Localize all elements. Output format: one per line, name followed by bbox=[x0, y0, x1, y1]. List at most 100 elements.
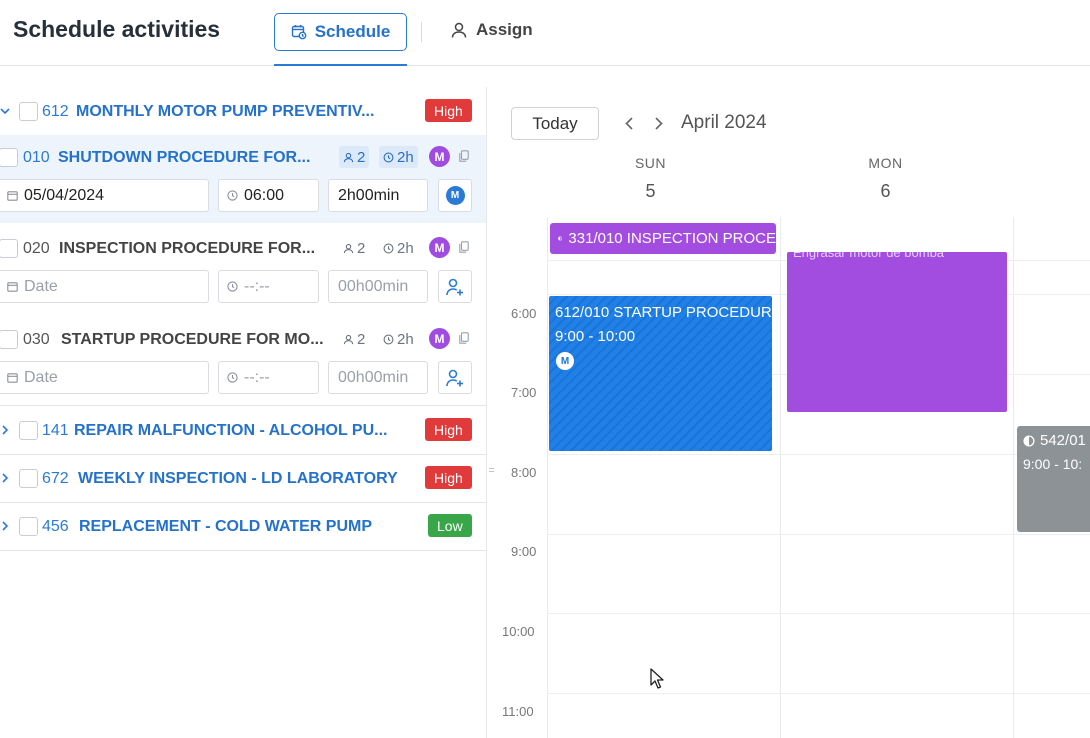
people-count-chip: 2 bbox=[339, 146, 370, 168]
activity-checkbox[interactable] bbox=[19, 469, 38, 488]
subtask-row-030[interactable]: 030 STARTUP PROCEDURE FOR MO... 2 2h M D… bbox=[0, 316, 486, 406]
duration-field[interactable]: 00h00min bbox=[328, 361, 428, 394]
user-icon bbox=[451, 22, 467, 38]
activity-list: 612 MONTHLY MOTOR PUMP PREVENTIV... High… bbox=[0, 87, 486, 738]
time-field[interactable]: 06:00 bbox=[218, 179, 319, 212]
activity-row-456[interactable]: 456 REPLACEMENT - COLD WATER PUMP Low bbox=[0, 503, 486, 551]
tab-assign-label: Assign bbox=[476, 20, 533, 39]
activity-title: MONTHLY MOTOR PUMP PREVENTIV... bbox=[76, 103, 375, 120]
duration-field[interactable]: 00h00min bbox=[328, 270, 428, 303]
chevron-left-icon[interactable] bbox=[619, 111, 639, 135]
time-field[interactable]: --:-- bbox=[218, 270, 319, 303]
subtask-number: 010 bbox=[23, 149, 50, 166]
subtask-checkbox[interactable] bbox=[0, 148, 18, 167]
activity-row-672[interactable]: 672 WEEKLY INSPECTION - LD LABORATORY Hi… bbox=[0, 455, 486, 503]
add-user-icon bbox=[446, 278, 463, 295]
user-icon bbox=[343, 334, 354, 344]
activity-checkbox[interactable] bbox=[19, 421, 38, 440]
event-time: 9:00 - 10:00 bbox=[555, 328, 636, 345]
assign-user-button[interactable] bbox=[438, 270, 472, 303]
avatar: M bbox=[429, 146, 450, 167]
subtask-title: INSPECTION PROCEDURE FOR... bbox=[59, 240, 316, 257]
panel-splitter[interactable] bbox=[486, 87, 487, 738]
page-header: Schedule activities Schedule Assign bbox=[0, 0, 1090, 66]
mouse-cursor-icon bbox=[650, 668, 664, 689]
event-time: 9:00 - 10: bbox=[1023, 456, 1083, 472]
tab-assign[interactable]: Assign bbox=[450, 20, 533, 40]
activity-checkbox[interactable] bbox=[19, 517, 38, 536]
day-number: 6 bbox=[880, 181, 891, 201]
chevron-right-icon[interactable] bbox=[0, 423, 12, 437]
calendar-icon bbox=[7, 281, 18, 292]
hour-label: 7:00 bbox=[511, 385, 537, 400]
duration-chip: 2h bbox=[379, 146, 418, 168]
day-header-sun[interactable]: SUN 5 bbox=[534, 155, 767, 202]
calendar-icon bbox=[7, 372, 18, 383]
clock-icon bbox=[227, 372, 238, 383]
tab-schedule[interactable]: Schedule bbox=[274, 13, 407, 51]
day-number: 5 bbox=[645, 181, 656, 201]
clock-icon bbox=[383, 334, 394, 344]
chevron-right-icon[interactable] bbox=[0, 471, 12, 485]
calendar-event-sun[interactable]: 612/010 STARTUP PROCEDURE 9:00 - 10:00 M bbox=[549, 296, 772, 451]
subtask-checkbox[interactable] bbox=[0, 239, 18, 258]
assign-user-button[interactable] bbox=[438, 361, 472, 394]
grid-line bbox=[780, 217, 781, 738]
page-title: Schedule activities bbox=[13, 16, 221, 42]
activity-number: 612 bbox=[42, 103, 69, 120]
date-field[interactable]: 05/04/2024 bbox=[0, 179, 209, 212]
calendar-event-mon[interactable]: Engrasar motor de bomba bbox=[787, 252, 1007, 412]
date-field[interactable]: Date bbox=[0, 361, 209, 394]
day-name: MON bbox=[868, 155, 903, 171]
active-tab-indicator bbox=[274, 64, 407, 66]
priority-badge: Low bbox=[428, 514, 472, 537]
chevron-right-icon[interactable] bbox=[649, 111, 669, 135]
people-count-chip: 2 bbox=[339, 237, 369, 259]
hour-line bbox=[547, 693, 1090, 694]
assignee-button[interactable]: M bbox=[438, 179, 472, 212]
user-icon bbox=[343, 243, 354, 253]
calendar-event-allday[interactable]: 331/010 INSPECTION PROCE bbox=[550, 223, 776, 254]
assignee-avatar: M bbox=[445, 186, 465, 205]
activity-title: WEEKLY INSPECTION - LD LABORATORY bbox=[78, 470, 398, 487]
activity-row-141[interactable]: 141 REPAIR MALFUNCTION - ALCOHOL PU... H… bbox=[0, 407, 486, 455]
duration-chip: 2h bbox=[379, 328, 418, 350]
hour-label: 9:00 bbox=[511, 544, 537, 559]
activity-number: 672 bbox=[42, 470, 69, 487]
hour-label: 11:00 bbox=[502, 704, 534, 719]
calendar-event-tue[interactable]: 542/01 9:00 - 10: bbox=[1017, 426, 1090, 532]
subtask-row-020[interactable]: 020 INSPECTION PROCEDURE FOR... 2 2h M D… bbox=[0, 225, 486, 313]
tab-divider bbox=[421, 22, 422, 42]
time-field[interactable]: --:-- bbox=[218, 361, 319, 394]
subtask-title: SHUTDOWN PROCEDURE FOR... bbox=[58, 149, 311, 166]
duration-field[interactable]: 2h00min bbox=[328, 179, 428, 212]
chevron-right-icon[interactable] bbox=[0, 519, 12, 533]
copy-icon[interactable] bbox=[459, 332, 469, 344]
subtask-title: STARTUP PROCEDURE FOR MO... bbox=[61, 331, 324, 348]
today-button[interactable]: Today bbox=[511, 107, 599, 140]
grid-line bbox=[547, 217, 548, 738]
hour-line bbox=[547, 534, 1090, 535]
subtask-checkbox[interactable] bbox=[0, 330, 18, 349]
priority-badge: High bbox=[425, 466, 472, 489]
drag-handle-icon[interactable] bbox=[489, 467, 494, 481]
activity-row-612[interactable]: 612 MONTHLY MOTOR PUMP PREVENTIV... High bbox=[0, 87, 486, 135]
hour-line bbox=[547, 613, 1090, 614]
date-field[interactable]: Date bbox=[0, 270, 209, 303]
day-header-mon[interactable]: MON 6 bbox=[769, 155, 1002, 202]
month-label: April 2024 bbox=[681, 112, 767, 133]
event-title: 542/01 bbox=[1040, 432, 1086, 449]
people-count-chip: 2 bbox=[339, 328, 369, 350]
tab-schedule-label: Schedule bbox=[314, 22, 391, 41]
copy-icon[interactable] bbox=[459, 150, 469, 162]
clock-icon bbox=[383, 243, 394, 253]
avatar: M bbox=[429, 328, 450, 349]
activity-checkbox[interactable] bbox=[19, 102, 38, 121]
chevron-down-icon[interactable] bbox=[0, 104, 12, 118]
subtask-number: 020 bbox=[23, 240, 50, 257]
avatar: M bbox=[429, 237, 450, 258]
activity-title: REPLACEMENT - COLD WATER PUMP bbox=[79, 518, 373, 535]
activity-title: REPAIR MALFUNCTION - ALCOHOL PU... bbox=[74, 422, 388, 439]
copy-icon[interactable] bbox=[459, 241, 469, 253]
subtask-row-010[interactable]: 010 SHUTDOWN PROCEDURE FOR... 2 2h M 05/… bbox=[0, 135, 486, 223]
